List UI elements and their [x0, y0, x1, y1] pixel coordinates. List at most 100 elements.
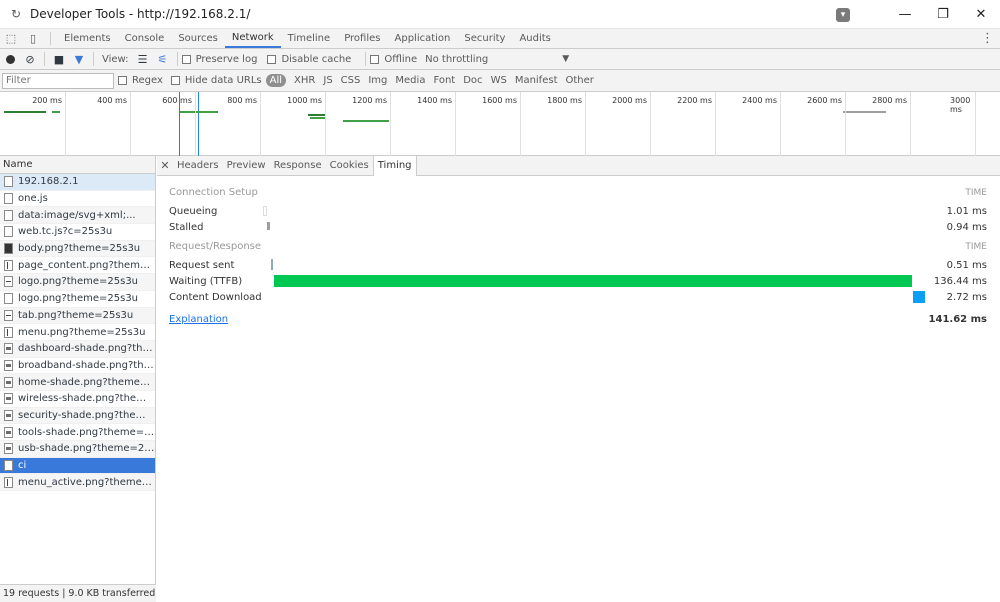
filter-type-doc[interactable]: Doc	[459, 75, 486, 86]
total-time: 141.62 ms	[928, 314, 987, 325]
request-row[interactable]: ci	[0, 457, 155, 475]
shield-icon[interactable]: ▾	[836, 7, 850, 22]
request-row[interactable]: wireless-shade.png?theme=25s3u	[0, 391, 155, 408]
file-icon	[4, 376, 13, 388]
tab-sources[interactable]: Sources	[171, 29, 225, 48]
file-icon	[4, 426, 13, 438]
overview-tick-label: 3000 ms	[950, 96, 971, 114]
request-row[interactable]: dashboard-shade.png?theme=25s...	[0, 340, 155, 358]
request-row[interactable]: body.png?theme=25s3u	[0, 240, 155, 258]
inspect-element-icon[interactable]: ⬚	[0, 29, 22, 48]
tab-application[interactable]: Application	[388, 29, 458, 48]
tab-cookies[interactable]: Cookies	[326, 156, 373, 176]
tab-elements[interactable]: Elements	[57, 29, 118, 48]
filter-type-js[interactable]: JS	[319, 75, 336, 86]
explanation-link[interactable]: Explanation	[169, 314, 228, 325]
overview-icon[interactable]: ⚟	[153, 49, 173, 69]
tab-audits[interactable]: Audits	[512, 29, 557, 48]
hide-data-urls-checkbox[interactable]: Hide data URLs	[170, 75, 262, 86]
large-rows-icon[interactable]: ☰	[133, 49, 153, 69]
request-row[interactable]: logo.png?theme=25s3u	[0, 291, 155, 308]
request-row[interactable]: security-shade.png?theme=25s3u	[0, 407, 155, 425]
window-titlebar: ↻ Developer Tools - http://192.168.2.1/ …	[0, 0, 1000, 29]
request-row[interactable]: data:image/svg+xml;...	[0, 207, 155, 225]
file-icon	[4, 443, 13, 455]
queueing-value: 1.01 ms	[946, 206, 987, 217]
close-icon[interactable]: ✕	[157, 159, 173, 172]
overview-gridline	[130, 92, 131, 156]
filter-type-font[interactable]: Font	[429, 75, 459, 86]
overview-gridline	[715, 92, 716, 156]
tab-console[interactable]: Console	[118, 29, 172, 48]
request-name: logo.png?theme=25s3u	[18, 276, 139, 288]
disable-cache-checkbox[interactable]: Disable cache	[267, 54, 351, 65]
overview-gridline	[910, 92, 911, 156]
offline-checkbox[interactable]: Offline	[370, 54, 417, 65]
network-overview[interactable]: 200 ms 400 ms 600 ms 800 ms 1000 ms 1200 ms 14…	[0, 92, 1000, 156]
file-icon	[4, 276, 13, 288]
tab-headers[interactable]: Headers	[173, 156, 223, 176]
filter-type-manifest[interactable]: Manifest	[511, 75, 562, 86]
overview-gridline	[260, 92, 261, 156]
request-row[interactable]: 192.168.2.1	[0, 174, 155, 191]
request-row[interactable]: broadband-shade.png?theme=25...	[0, 358, 155, 375]
tab-profiles[interactable]: Profiles	[337, 29, 387, 48]
status-summary: 19 requests | 9.0 KB transferred | ...	[0, 584, 156, 602]
preserve-log-checkbox[interactable]: Preserve log	[181, 54, 257, 65]
toolbar-separator	[365, 52, 367, 66]
request-row[interactable]: tab.png?theme=25s3u	[0, 307, 155, 325]
record-button[interactable]	[0, 49, 20, 69]
tab-response[interactable]: Response	[270, 156, 326, 176]
regex-checkbox[interactable]: Regex	[118, 75, 163, 86]
filter-type-css[interactable]: CSS	[337, 75, 365, 86]
device-toolbar-icon[interactable]: ▯	[22, 29, 44, 48]
screenshot-icon[interactable]: ■	[49, 49, 69, 69]
chevron-down-icon[interactable]: ▼	[562, 54, 569, 64]
request-row[interactable]: tools-shade.png?theme=25s3u	[0, 424, 155, 441]
tab-network[interactable]: Network	[224, 29, 281, 48]
file-icon	[4, 309, 13, 321]
close-button[interactable]: ✕	[962, 0, 1000, 29]
request-row[interactable]: usb-shade.png?theme=25s3u	[0, 441, 155, 458]
tab-security[interactable]: Security	[457, 29, 512, 48]
file-icon	[4, 293, 13, 305]
request-name: dashboard-shade.png?theme=25s...	[18, 343, 155, 355]
filter-type-xhr[interactable]: XHR	[290, 75, 319, 86]
tab-preview[interactable]: Preview	[223, 156, 270, 176]
request-row[interactable]: home-shade.png?theme=25s3u	[0, 374, 155, 391]
filter-type-img[interactable]: Img	[364, 75, 391, 86]
filter-type-media[interactable]: Media	[391, 75, 429, 86]
overview-tick-label: 2000 ms	[612, 96, 647, 105]
panel-tabbar: ⬚ ▯ Elements Console Sources Network Tim…	[0, 29, 1000, 49]
overview-gridline	[650, 92, 651, 156]
time-column-header: TIME	[965, 188, 987, 198]
request-row[interactable]: menu_active.png?theme=25s3u	[0, 474, 155, 492]
content-download-value: 2.72 ms	[946, 292, 987, 303]
tab-timing[interactable]: Timing	[372, 155, 417, 176]
overview-bar	[843, 111, 886, 113]
request-row[interactable]: web.tc.js?c=25s3u	[0, 224, 155, 241]
detail-tabs: ✕ Headers Preview Response Cookies Timin…	[157, 155, 1000, 176]
filter-type-other[interactable]: Other	[562, 75, 598, 86]
name-column-header[interactable]: Name	[0, 156, 155, 174]
request-row[interactable]: one.js	[0, 191, 155, 208]
request-row[interactable]: menu.png?theme=25s3u	[0, 324, 155, 341]
filter-type-all[interactable]: All	[265, 74, 287, 87]
more-options-icon[interactable]: ⋮	[981, 31, 994, 46]
filter-type-ws[interactable]: WS	[487, 75, 511, 86]
overview-bar	[52, 111, 60, 113]
request-detail: ✕ Headers Preview Response Cookies Timin…	[157, 155, 1000, 602]
request-row[interactable]: page_content.png?theme=25s3u	[0, 257, 155, 275]
minimize-button[interactable]: —	[886, 0, 924, 29]
filter-input[interactable]	[2, 72, 114, 89]
tab-timeline[interactable]: Timeline	[281, 29, 338, 48]
clear-button[interactable]: ⊘	[20, 49, 40, 69]
restore-button[interactable]: ❐	[924, 0, 962, 29]
request-row[interactable]: logo.png?theme=25s3u	[0, 274, 155, 291]
overview-bar	[180, 111, 218, 113]
throttling-select[interactable]: No throttling	[425, 54, 488, 65]
filter-icon[interactable]: ▼	[69, 49, 89, 69]
file-icon	[4, 243, 13, 255]
file-icon	[4, 409, 13, 421]
toolbar-separator	[44, 52, 45, 66]
